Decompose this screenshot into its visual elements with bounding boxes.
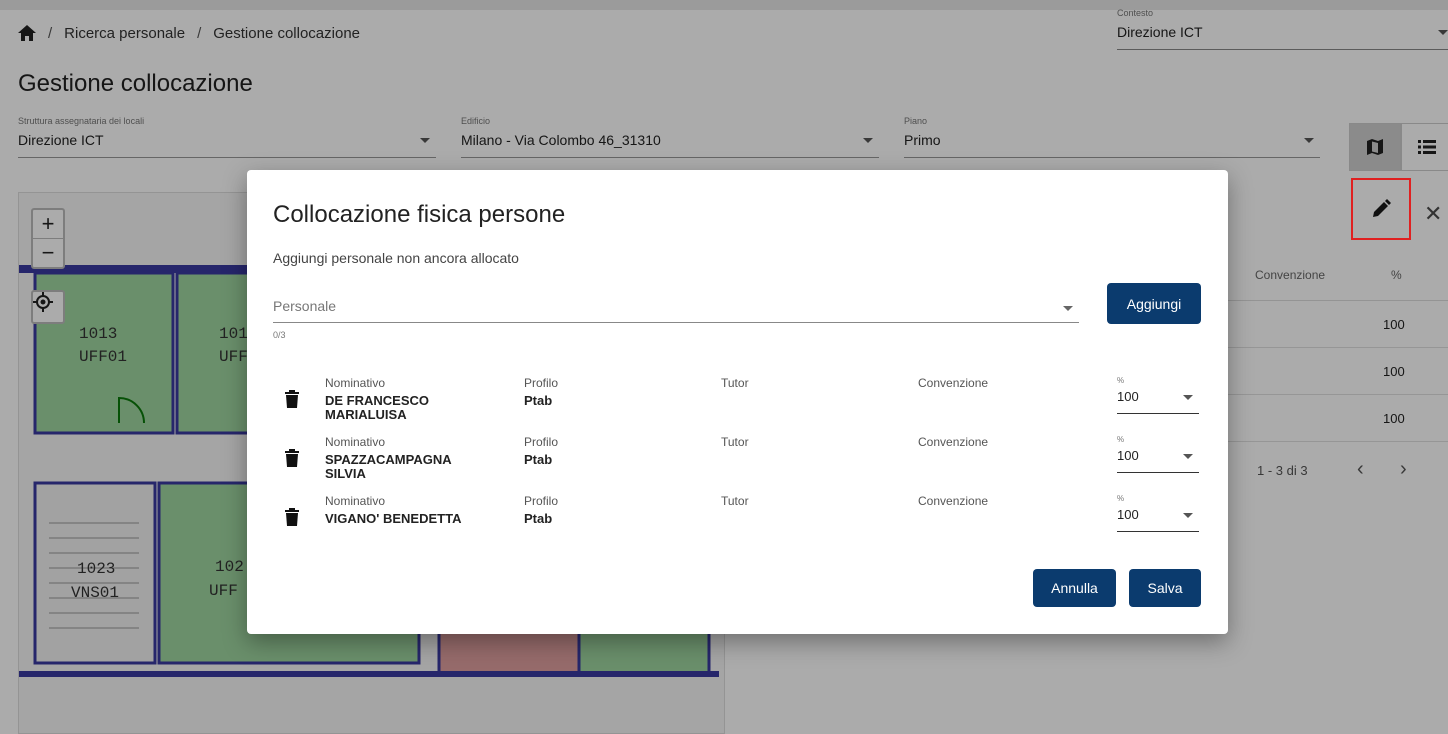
percent-label: % [1117, 435, 1125, 444]
pencil-icon [1373, 199, 1391, 217]
percent-select[interactable]: % 100 [1117, 376, 1199, 414]
personale-count: 0/3 [273, 330, 286, 340]
personale-input[interactable] [273, 298, 1033, 314]
chevron-down-icon [1183, 513, 1193, 518]
edit-button[interactable] [1351, 178, 1411, 240]
nominativo-label: Nominativo [325, 494, 386, 508]
percent-select[interactable]: % 100 [1117, 435, 1199, 473]
percent-value: 100 [1117, 507, 1139, 522]
tutor-label: Tutor [721, 435, 749, 449]
profilo-label: Profilo [524, 494, 559, 508]
profilo-label: Profilo [524, 376, 559, 390]
percent-value: 100 [1117, 389, 1139, 404]
trash-icon[interactable] [285, 449, 299, 472]
profilo-value: Ptab [524, 511, 553, 526]
nominativo-label: Nominativo [325, 376, 386, 390]
percent-value: 100 [1117, 448, 1139, 463]
collocazione-dialog: Collocazione fisica persone Aggiungi per… [247, 170, 1228, 634]
page: / Ricerca personale / Gestione collocazi… [0, 0, 1448, 734]
tutor-label: Tutor [721, 376, 749, 390]
nominativo-value: VIGANO' BENEDETTA [325, 511, 462, 526]
person-row: Nominativo SPAZZACAMPAGNA SILVIA Profilo P… [273, 435, 1203, 491]
personale-select[interactable] [273, 298, 1079, 323]
annulla-button[interactable]: Annulla [1033, 569, 1116, 607]
nominativo-value: SPAZZACAMPAGNA SILVIA [325, 452, 452, 481]
trash-icon[interactable] [285, 508, 299, 531]
percent-label: % [1117, 494, 1125, 503]
person-row: Nominativo DE FRANCESCO MARIALUISA Profil… [273, 376, 1203, 432]
profilo-value: Ptab [524, 452, 553, 467]
dialog-subtitle: Aggiungi personale non ancora allocato [273, 250, 519, 266]
percent-label: % [1117, 376, 1125, 385]
person-row: Nominativo VIGANO' BENEDETTA Profilo Ptab … [273, 494, 1203, 550]
convenzione-label: Convenzione [918, 376, 989, 390]
tutor-label: Tutor [721, 494, 749, 508]
profilo-value: Ptab [524, 393, 553, 408]
dialog-title: Collocazione fisica persone [273, 201, 566, 228]
aggiungi-button[interactable]: Aggiungi [1107, 283, 1201, 324]
percent-select[interactable]: % 100 [1117, 494, 1199, 532]
nominativo-value: DE FRANCESCO MARIALUISA [325, 393, 430, 422]
convenzione-label: Convenzione [918, 435, 989, 449]
close-icon[interactable]: ✕ [1424, 203, 1442, 225]
salva-button[interactable]: Salva [1129, 569, 1201, 607]
trash-icon[interactable] [285, 390, 299, 413]
convenzione-label: Convenzione [918, 494, 989, 508]
nominativo-label: Nominativo [325, 435, 386, 449]
profilo-label: Profilo [524, 435, 559, 449]
chevron-down-icon [1183, 454, 1193, 459]
chevron-down-icon[interactable] [1063, 306, 1073, 311]
chevron-down-icon [1183, 395, 1193, 400]
